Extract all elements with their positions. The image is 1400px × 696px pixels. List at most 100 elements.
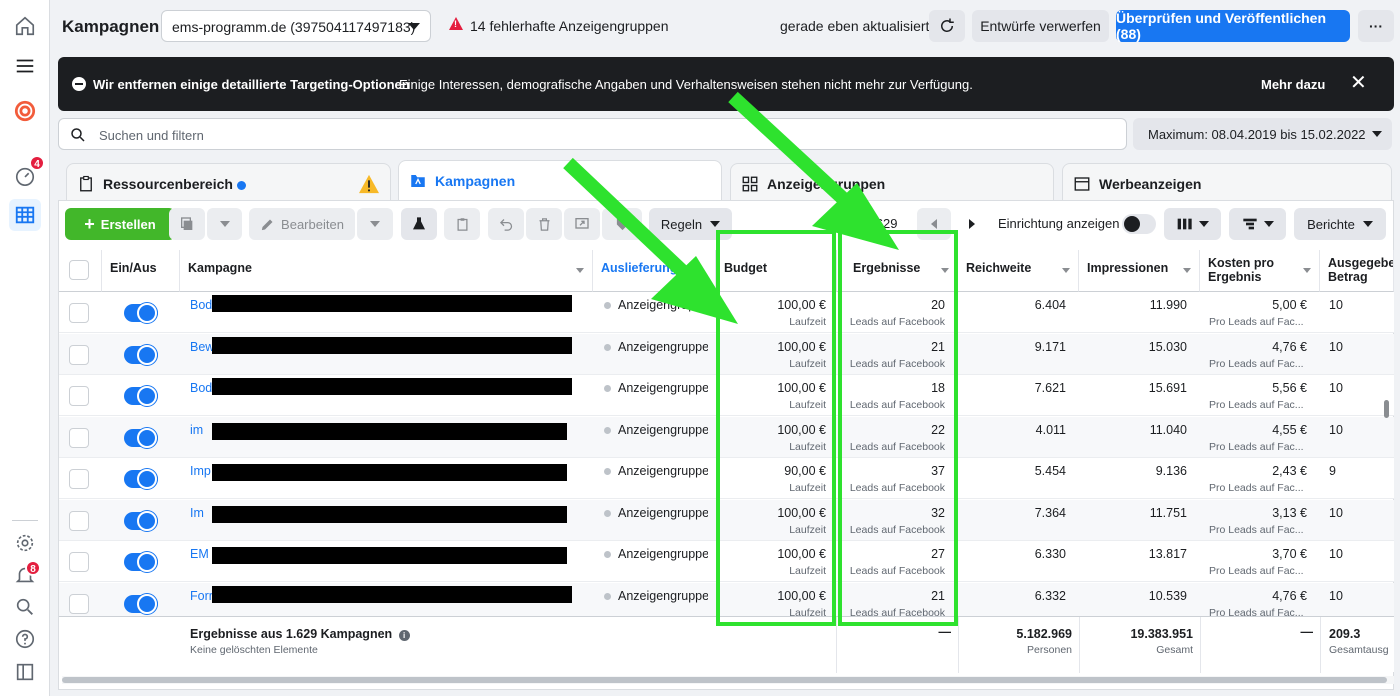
menu-icon[interactable] [9, 50, 41, 82]
cpr-type: Pro Leads auf Fac... [1209, 440, 1304, 453]
tab-ads[interactable]: Werbeanzeigen [1062, 163, 1392, 203]
ab-test-button[interactable] [401, 208, 437, 240]
collapse-panel-icon[interactable] [9, 656, 41, 688]
home-icon[interactable] [9, 10, 41, 42]
settings-icon[interactable] [9, 527, 41, 559]
campaign-name-link[interactable]: Imp [190, 464, 211, 478]
campaign-toggle[interactable] [124, 427, 158, 448]
row-checkbox[interactable] [69, 427, 89, 448]
setup-toggle[interactable] [1122, 214, 1156, 234]
duplicate-dropdown[interactable] [207, 208, 242, 240]
col-impressions[interactable]: Impressionen [1079, 250, 1200, 292]
tag-button[interactable] [602, 208, 642, 240]
campaign-toggle[interactable] [124, 469, 158, 489]
delivery-status: Anzeigengruppen [618, 588, 708, 603]
scrollbar-thumb[interactable] [62, 677, 1387, 683]
chevron-down-icon [710, 221, 721, 227]
row-checkbox[interactable] [69, 593, 89, 614]
tab-resources[interactable]: Ressourcenbereich [66, 163, 391, 203]
row-checkbox[interactable] [69, 469, 89, 489]
campaign-toggle[interactable] [124, 303, 158, 323]
date-range-value: Maximum: 08.04.2019 bis 15.02.2022 [1148, 127, 1366, 142]
ads-manager-logo-icon[interactable] [9, 95, 41, 127]
banner-text: Einige Interessen, demografische Angaben… [399, 77, 973, 92]
totals-results: — [938, 625, 952, 639]
col-campaign[interactable]: Kampagne [180, 250, 593, 292]
create-button[interactable]: + Erstellen [65, 208, 175, 240]
chevron-down-icon [1372, 131, 1382, 137]
col-delivery[interactable]: Auslieferung [593, 250, 716, 292]
spent-value: 10 [1329, 505, 1343, 520]
row-checkbox[interactable] [69, 386, 89, 406]
spent-value: 10 [1329, 381, 1343, 395]
review-publish-button[interactable]: Überprüfen und Veröffentlichen (88) [1116, 10, 1350, 42]
error-count-link[interactable]: 14 fehlerhafte Anzeigengruppen [470, 18, 669, 34]
col-cost-per-result[interactable]: Kosten pro Ergebnis [1200, 250, 1320, 292]
impressions-value: 15.691 [1148, 381, 1187, 395]
col-amount-spent[interactable]: Ausgegebener Betrag [1320, 250, 1394, 292]
spent-value: 10 [1329, 422, 1343, 437]
campaign-name-link[interactable]: im [190, 423, 203, 437]
campaign-name-link[interactable]: Bew [190, 340, 214, 354]
totals-impressions-unit: Gesamt [1156, 644, 1193, 656]
tab-adsets[interactable]: Anzeigengruppen [730, 163, 1054, 203]
campaign-name-link[interactable]: EM [190, 547, 209, 561]
campaign-toggle[interactable] [124, 593, 158, 614]
cpr-value: 4,55 € [1272, 422, 1307, 437]
row-checkbox[interactable] [69, 552, 89, 572]
campaign-name-link[interactable]: Im [190, 506, 204, 520]
help-icon[interactable] [9, 623, 41, 655]
refresh-button[interactable] [929, 10, 965, 42]
edit-dropdown[interactable] [357, 208, 393, 240]
info-icon[interactable]: i [398, 630, 410, 641]
campaign-toggle[interactable] [124, 386, 158, 406]
col-impressions-label: Impressionen [1087, 261, 1169, 275]
impressions-value: 11.040 [1149, 422, 1187, 437]
search-icon[interactable] [9, 591, 41, 623]
breakdown-button[interactable] [1229, 208, 1286, 240]
tab-ads-label: Werbeanzeigen [1099, 176, 1202, 192]
reports-dropdown[interactable]: Berichte [1294, 208, 1386, 240]
tab-campaigns[interactable]: Kampagnen [398, 160, 722, 204]
campaign-name-link[interactable]: Bod [190, 381, 212, 395]
edit-button[interactable]: Bearbeiten [249, 208, 355, 240]
columns-button[interactable] [1164, 208, 1221, 240]
row-checkbox[interactable] [69, 303, 89, 323]
col-delivery-label: Auslieferung [601, 261, 678, 275]
campaigns-table-icon[interactable] [9, 199, 41, 231]
duplicate-button[interactable] [169, 208, 205, 240]
campaign-toggle[interactable] [124, 510, 158, 531]
delete-button[interactable] [526, 208, 562, 240]
export-button[interactable] [564, 208, 600, 240]
learn-more-link[interactable]: Mehr dazu [1261, 77, 1325, 92]
create-button-label: Erstellen [100, 216, 156, 232]
select-all-checkbox[interactable] [69, 260, 89, 280]
campaign-name-link[interactable]: Forr [190, 589, 213, 603]
account-selector[interactable]: ems-programm.de (397504117497183) [161, 10, 431, 42]
discard-drafts-button[interactable]: Entwürfe verwerfen [972, 10, 1109, 42]
vertical-scrollbar-thumb[interactable] [1384, 400, 1389, 418]
refresh-icon [941, 18, 954, 32]
campaign-toggle[interactable] [124, 344, 158, 365]
status-dot [604, 551, 611, 558]
horizontal-scrollbar[interactable] [62, 676, 1394, 684]
clipboard-button[interactable] [444, 208, 480, 240]
totals-spent: 209.3 [1329, 627, 1361, 641]
chevron-down-icon [219, 221, 230, 227]
error-warning-icon [449, 17, 463, 30]
col-reach[interactable]: Reichweite [958, 250, 1079, 292]
edit-button-label: Bearbeiten [281, 216, 344, 232]
close-icon[interactable]: ✕ [1350, 73, 1367, 93]
undo-button[interactable] [488, 208, 524, 240]
row-checkbox[interactable] [69, 344, 89, 365]
search-filter-input[interactable]: Suchen und filtern [58, 118, 1127, 150]
status-dot [604, 509, 611, 517]
row-checkbox[interactable] [69, 510, 89, 531]
delivery-status: Anzeigengruppen [618, 339, 708, 354]
date-range-picker[interactable]: Maximum: 08.04.2019 bis 15.02.2022 [1133, 118, 1392, 150]
campaign-toggle[interactable] [124, 552, 158, 572]
next-page-button[interactable] [955, 208, 989, 240]
campaign-name-link[interactable]: Bod [190, 298, 212, 312]
more-options-button[interactable]: ··· [1358, 10, 1394, 42]
status-dot [604, 592, 611, 600]
